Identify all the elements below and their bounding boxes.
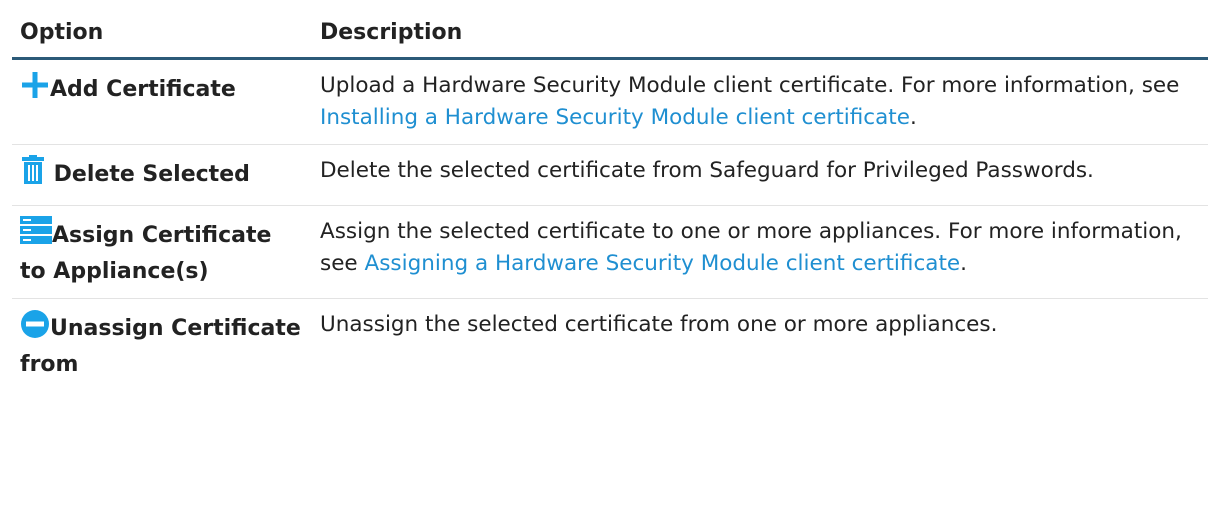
table-row: Add Certificate Upload a Hardware Securi… [12,58,1208,145]
option-label-delete-selected: Delete Selected [53,162,250,187]
minus-circle-icon[interactable] [20,309,50,349]
description-cell: Delete the selected certificate from Saf… [312,144,1208,206]
description-cell: Assign the selected certificate to one o… [312,205,1208,299]
plus-icon[interactable] [20,70,50,110]
link-assigning-hsm-certificate[interactable]: Assigning a Hardware Security Module cli… [365,251,961,276]
option-cell: Delete Selected [12,144,312,206]
column-header-description: Description [312,14,1208,60]
table-row: Delete Selected Delete the selected cert… [12,144,1208,206]
description-cell: Upload a Hardware Security Module client… [312,58,1208,145]
trash-icon[interactable] [20,155,46,195]
table-row: Unassign Certificate from Unassign the s… [12,299,1208,392]
options-table: Option Description Add Certificate Uploa… [12,14,1208,391]
description-cell: Unassign the selected certificate from o… [312,299,1208,392]
option-cell: Add Certificate [12,58,312,145]
option-cell: Assign Certificate to Appliance(s) [12,205,312,299]
description-text: Upload a Hardware Security Module client… [320,73,1180,98]
option-cell: Unassign Certificate from [12,299,312,392]
server-icon[interactable] [20,216,52,256]
description-suffix: . [909,105,917,130]
description-text: Delete the selected certificate from Saf… [320,158,1094,183]
description-text: Unassign the selected certificate from o… [320,312,998,337]
option-label-assign-certificate: Assign Certificate to Appliance(s) [20,223,272,284]
option-label-add-certificate: Add Certificate [50,77,236,102]
link-installing-hsm-certificate[interactable]: Installing a Hardware Security Module cl… [320,105,910,130]
table-row: Assign Certificate to Appliance(s) Assig… [12,205,1208,299]
table-header-row: Option Description [12,14,1208,60]
description-suffix: . [960,251,967,276]
column-header-option: Option [12,14,312,60]
option-label-unassign-certificate: Unassign Certificate from [20,316,301,377]
